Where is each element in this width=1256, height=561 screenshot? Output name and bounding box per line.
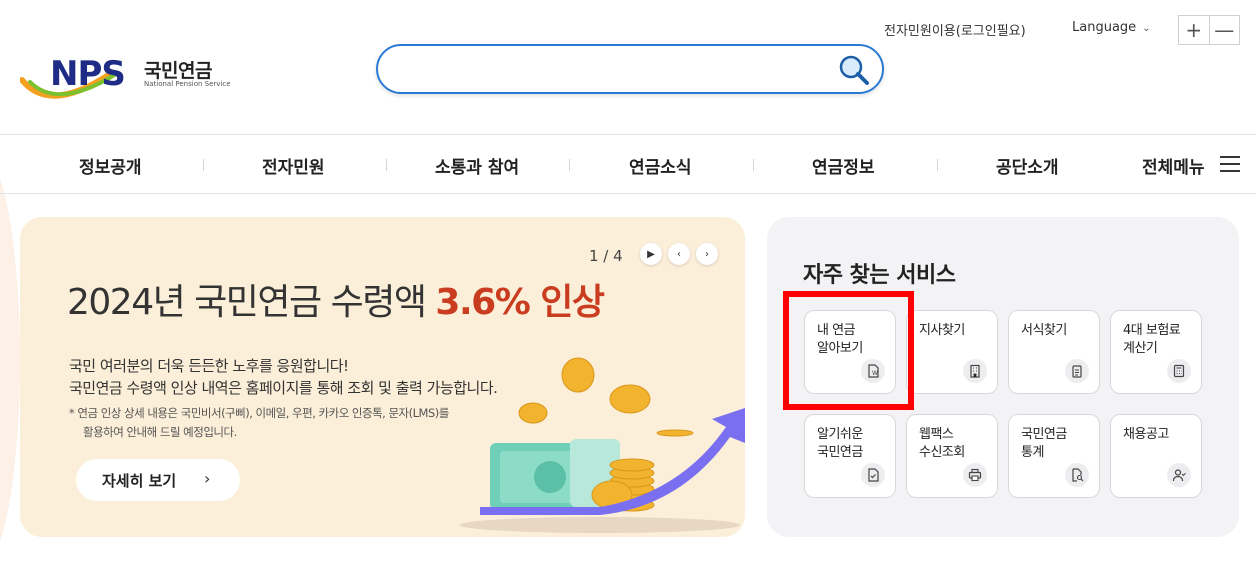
banner-title-text: 2024년 국민연금 수령액 — [67, 282, 436, 323]
more-details-button[interactable]: 자세히 보기 › — [76, 459, 240, 501]
money-growth-illustration — [460, 357, 745, 533]
logo-english-text: National Pension Service — [144, 80, 231, 88]
hamburger-icon[interactable] — [1220, 156, 1240, 172]
clipboard-icon — [1065, 359, 1089, 383]
building-icon — [963, 359, 987, 383]
chevron-right-icon: › — [705, 248, 709, 260]
printer-icon — [963, 463, 987, 487]
nav-item-info-disclosure[interactable]: 정보공개 — [79, 153, 142, 178]
service-card-webfax[interactable]: 웹팩스 수신조회 — [906, 414, 998, 498]
service-card-label: 서식찾기 — [1021, 323, 1067, 338]
next-button[interactable]: › — [696, 243, 718, 265]
banner-description-line1: 국민 여러분의 더욱 든든한 노후를 응원합니다! — [69, 357, 349, 375]
more-details-label: 자세히 보기 — [102, 472, 177, 490]
service-card-label: 4대 보험료 계산기 — [1123, 323, 1181, 356]
play-icon: ▶ — [647, 248, 655, 260]
zoom-controls: + — — [1178, 15, 1240, 45]
service-card-insurance-calculator[interactable]: 4대 보험료 계산기 — [1110, 310, 1202, 394]
search-icon — [839, 55, 869, 85]
chevron-right-icon: › — [204, 469, 211, 488]
search-input[interactable] — [396, 56, 836, 82]
chevron-left-icon: ‹ — [677, 248, 681, 260]
nav-separator — [937, 159, 938, 171]
person-icon — [1167, 463, 1191, 487]
document-search-icon — [1065, 463, 1089, 487]
banner-note-line2: 활용하여 안내해 드릴 예정입니다. — [83, 425, 237, 439]
language-label: Language — [1072, 20, 1137, 35]
language-selector[interactable]: Language ⌄ — [1072, 20, 1151, 35]
background-decoration — [0, 150, 20, 561]
prev-button[interactable]: ‹ — [668, 243, 690, 265]
nav-separator — [753, 159, 754, 171]
banner-title-highlight: 3.6% 인상 — [435, 282, 605, 323]
frequent-services-title: 자주 찾는 서비스 — [803, 263, 956, 288]
calculator-icon — [1167, 359, 1191, 383]
document-check-icon — [861, 463, 885, 487]
banner-pager: 1 / 4 — [589, 247, 623, 265]
search-button[interactable] — [838, 54, 870, 86]
logo-nps-text: NPS — [50, 54, 126, 94]
main-nav: 정보공개 전자민원 소통과 참여 연금소식 연금정보 공단소개 전체메뉴 — [0, 134, 1256, 194]
nav-separator — [386, 159, 387, 171]
service-card-label: 국민연금 통계 — [1021, 427, 1067, 460]
service-card-label: 지사찾기 — [919, 323, 965, 338]
all-menu-button[interactable]: 전체메뉴 — [1142, 153, 1205, 178]
zoom-in-button[interactable]: + — [1179, 16, 1209, 44]
e-civil-service-link[interactable]: 전자민원이용(로그인필요) — [884, 20, 1026, 39]
service-card-recruitment[interactable]: 채용공고 — [1110, 414, 1202, 498]
highlight-box — [783, 291, 914, 410]
nav-item-communication[interactable]: 소통과 참여 — [435, 153, 519, 178]
banner-description-line2: 국민연금 수령액 인상 내역은 홈페이지를 통해 조회 및 출력 가능합니다. — [69, 379, 498, 397]
nav-item-e-civil[interactable]: 전자민원 — [262, 153, 325, 178]
service-card-branch-finder[interactable]: 지사찾기 — [906, 310, 998, 394]
service-card-easy-pension[interactable]: 알기쉬운 국민연금 — [804, 414, 896, 498]
nav-item-about[interactable]: 공단소개 — [996, 153, 1059, 178]
service-card-label: 알기쉬운 국민연금 — [817, 427, 863, 460]
main-banner: 1 / 4 ▶ ‹ › 2024년 국민연금 수령액 3.6% 인상 국민 여러… — [20, 217, 745, 537]
service-card-pension-statistics[interactable]: 국민연금 통계 — [1008, 414, 1100, 498]
nav-item-pension-info[interactable]: 연금정보 — [812, 153, 875, 178]
nps-logo[interactable]: NPS 국민연금 National Pension Service — [20, 52, 231, 108]
logo-korean-text: 국민연금 — [144, 60, 212, 82]
search-box — [376, 44, 884, 94]
banner-note-line1: * 연금 인상 상세 내용은 국민비서(구삐), 이메일, 우편, 카카오 인증… — [69, 406, 449, 420]
service-card-label: 채용공고 — [1123, 427, 1169, 442]
service-card-label: 웹팩스 수신조회 — [919, 427, 965, 460]
nav-item-pension-news[interactable]: 연금소식 — [629, 153, 692, 178]
chevron-down-icon: ⌄ — [1142, 23, 1151, 34]
play-button[interactable]: ▶ — [640, 243, 662, 265]
zoom-out-button[interactable]: — — [1208, 16, 1240, 44]
nav-separator — [203, 159, 204, 171]
service-card-form-finder[interactable]: 서식찾기 — [1008, 310, 1100, 394]
banner-title: 2024년 국민연금 수령액 3.6% 인상 — [67, 273, 605, 325]
nav-separator — [569, 159, 570, 171]
